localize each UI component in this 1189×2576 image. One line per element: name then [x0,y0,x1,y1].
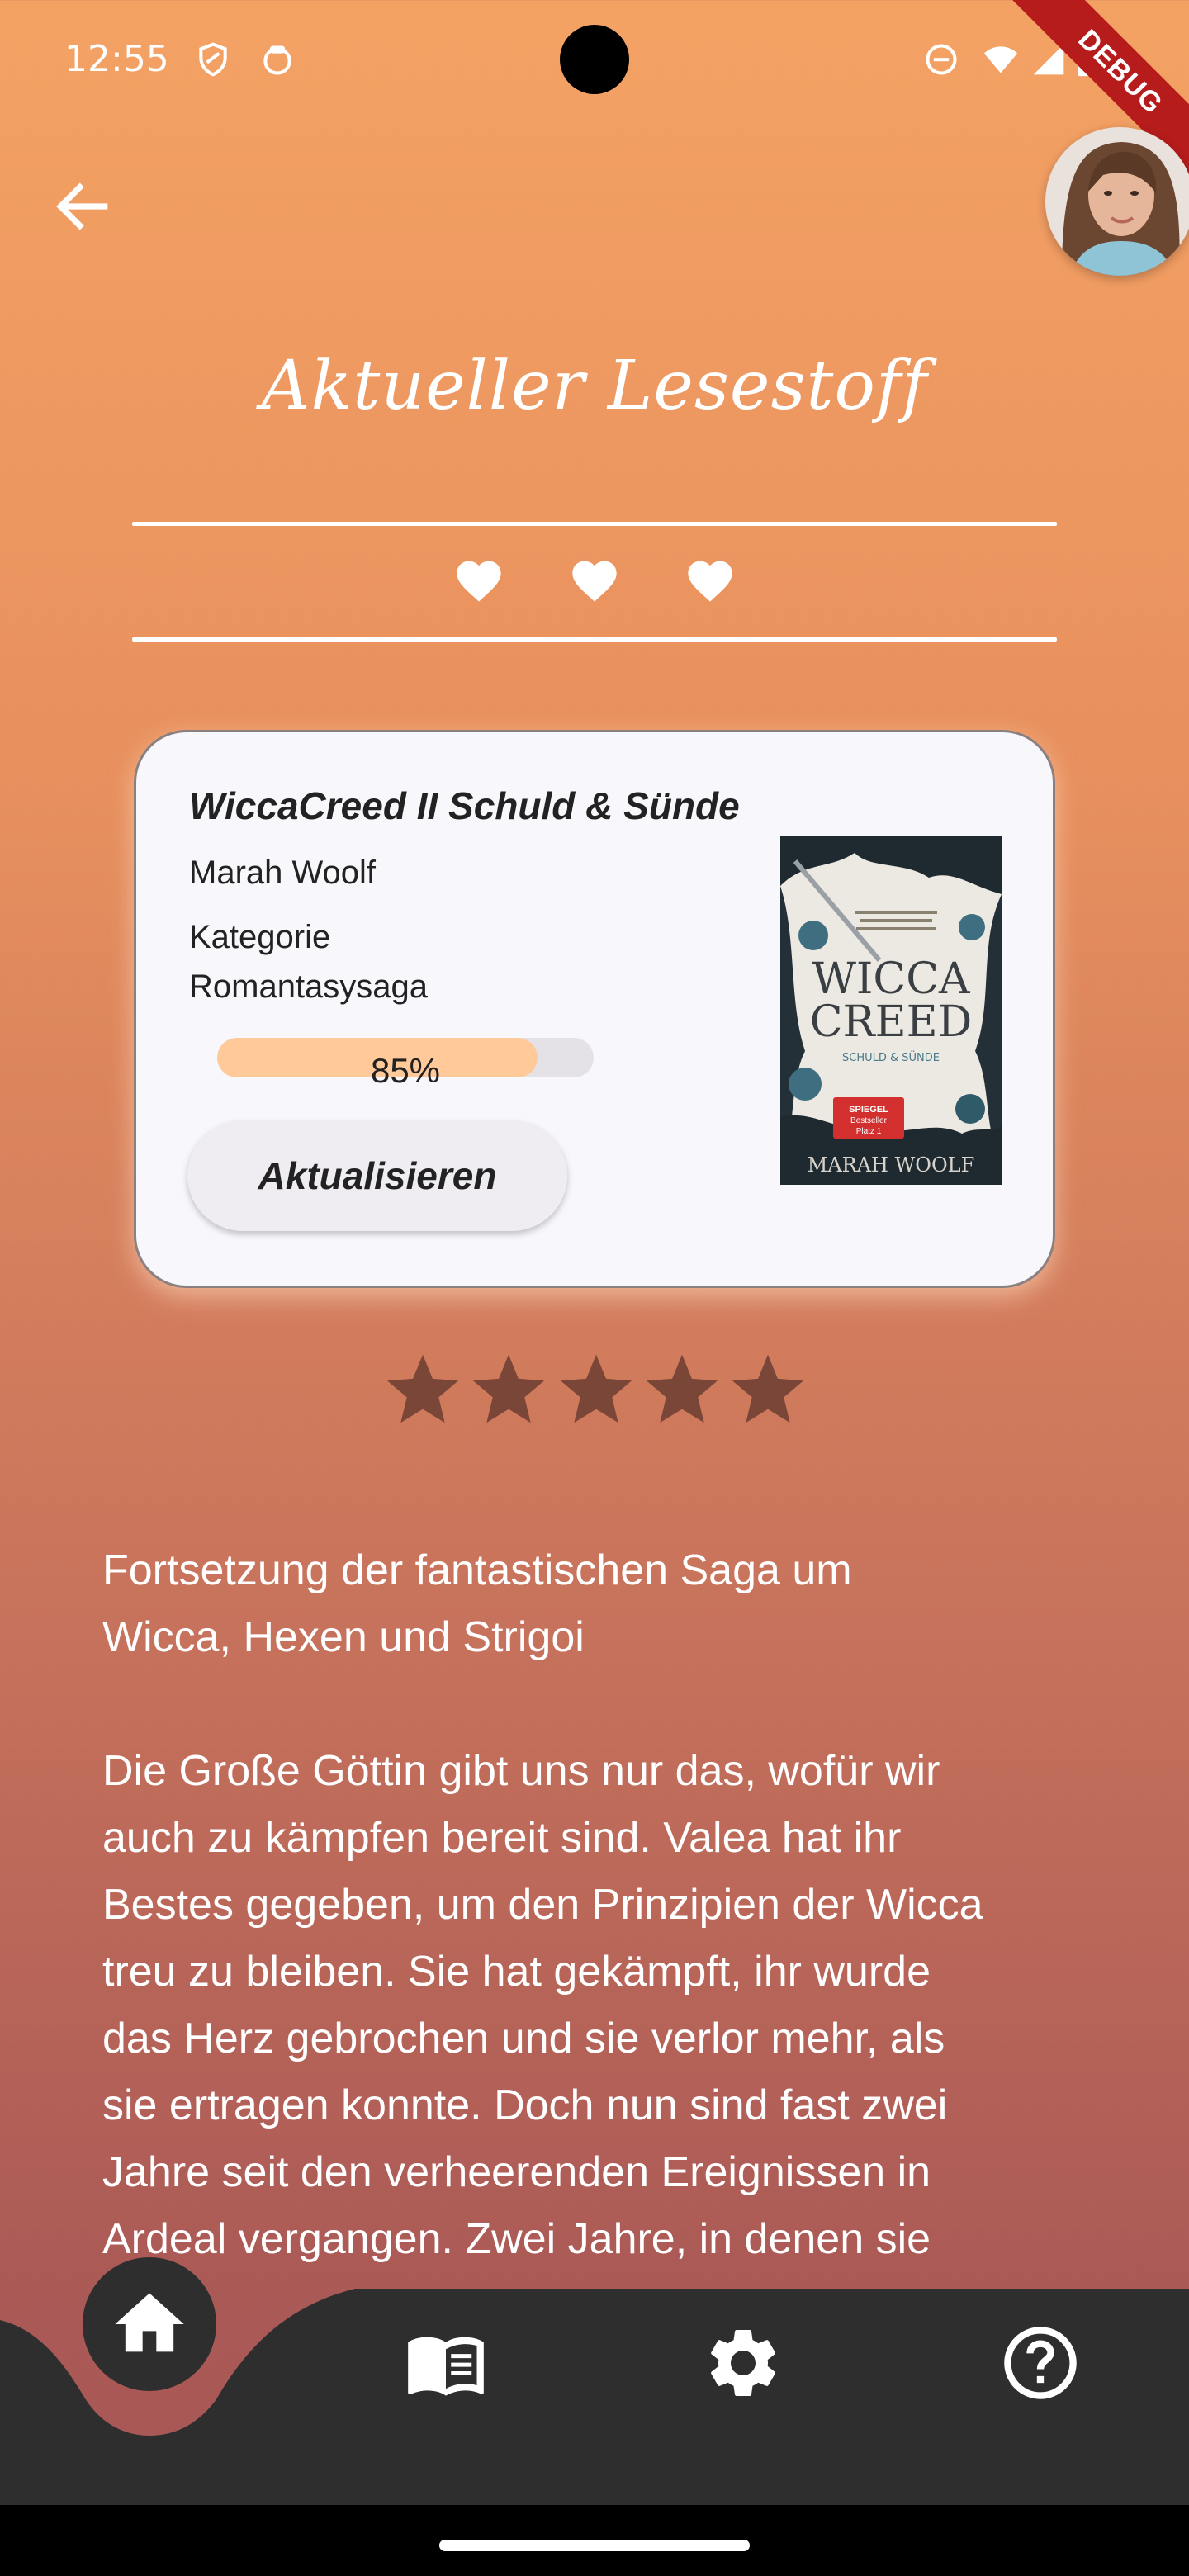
help-icon[interactable] [999,2322,1082,2404]
home-indicator[interactable] [439,2540,750,2551]
home-icon [115,2293,184,2352]
gear-icon[interactable] [702,2322,784,2404]
book-description: Fortsetzung der fantastischen Saga um Wi… [102,1546,983,2289]
nav-home-button[interactable] [83,2257,216,2391]
book-icon[interactable] [405,2322,487,2404]
description-scroll-area[interactable]: Fortsetzung der fantastischen Saga um Wi… [0,0,1189,2289]
